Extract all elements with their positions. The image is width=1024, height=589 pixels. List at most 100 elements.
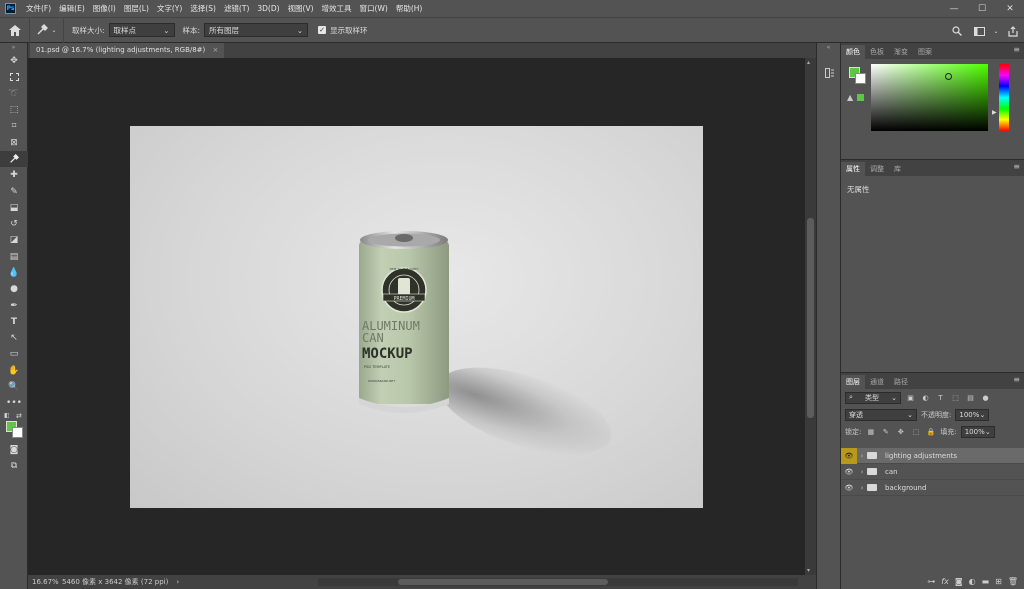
collapse-toolbar-icon[interactable]: » [0,43,27,53]
maximize-button[interactable]: ☐ [968,0,996,17]
lock-artboard-icon[interactable]: ⬚ [910,428,921,436]
expand-group-icon[interactable]: › [857,484,867,492]
tab-gradients[interactable]: 渐变 [889,45,913,59]
layer-row[interactable]: 👁 › can [841,464,1024,480]
history-brush-tool-icon[interactable]: ↺ [0,216,28,232]
menu-help[interactable]: 帮助(H) [392,0,427,17]
trash-icon[interactable]: 🗑 [1008,577,1018,586]
hand-tool-icon[interactable]: ✋ [0,363,28,379]
expand-group-icon[interactable]: › [857,468,867,476]
minimize-button[interactable]: — [940,0,968,17]
panel-menu-icon[interactable]: ≡ [1013,45,1020,54]
document-canvas[interactable]: PREMIUM TIME TO THE PARTY ALUMINUM CAN M… [130,126,703,508]
gamut-warning-icon[interactable]: ▲ [847,93,853,102]
lock-transparent-icon[interactable]: ▦ [865,428,876,436]
new-layer-icon[interactable]: ⊞ [995,577,1002,586]
opacity-input[interactable]: 100% ⌄ [955,408,990,421]
share-icon[interactable] [1002,18,1024,44]
menu-filter[interactable]: 滤镜(T) [220,0,253,17]
color-picker-ring[interactable] [945,73,952,80]
visibility-eye-icon[interactable]: 👁 [841,447,857,464]
background-color-swatch[interactable] [12,426,23,438]
object-select-tool-icon[interactable]: ⬚ [0,102,28,118]
horizontal-scroll-thumb[interactable] [398,579,608,585]
history-panel-icon[interactable] [817,63,842,83]
pen-tool-icon[interactable]: ✒ [0,297,28,313]
tab-layers[interactable]: 图层 [841,375,865,389]
web-safe-color-chip[interactable] [857,94,864,101]
canvas-area[interactable]: PREMIUM TIME TO THE PARTY ALUMINUM CAN M… [28,58,805,575]
fx-icon[interactable]: fx [941,577,949,586]
search-icon[interactable] [946,18,968,44]
quick-mask-icon[interactable]: ◙ [0,442,28,458]
close-tab-icon[interactable]: × [213,46,219,54]
chevron-down-icon[interactable]: ⌄ [990,18,1002,44]
clone-stamp-tool-icon[interactable]: ⬓ [0,200,28,216]
sample-size-select[interactable]: 取样点 ⌄ [108,23,175,37]
tab-properties[interactable]: 属性 [841,162,865,176]
vertical-scrollbar[interactable]: ▴ ▾ [805,58,816,575]
tab-channels[interactable]: 通道 [865,375,889,389]
type-tool-icon[interactable]: T [0,314,28,330]
status-chevron-icon[interactable]: › [176,578,179,586]
photoshop-logo-icon[interactable]: Ps [5,3,16,14]
mask-icon[interactable]: ◙ [955,577,963,586]
workspace-icon[interactable] [968,18,990,44]
menu-edit[interactable]: 编辑(E) [55,0,89,17]
path-selection-tool-icon[interactable]: ↖ [0,330,28,346]
horizontal-scrollbar[interactable] [318,578,798,586]
tab-color[interactable]: 颜色 [841,45,865,59]
menu-file[interactable]: 文件(F) [22,0,55,17]
document-tab[interactable]: 01.psd @ 16.7% (lighting adjustments, RG… [30,43,225,58]
visibility-eye-icon[interactable]: 👁 [841,464,857,480]
screen-mode-icon[interactable]: ⧉ [0,458,28,474]
show-sampling-ring-checkbox[interactable]: ✓ 显示取样环 [318,25,368,36]
fill-input[interactable]: 100% ⌄ [960,425,995,438]
zoom-tool-icon[interactable]: 🔍 [0,379,28,395]
expand-group-icon[interactable]: › [857,452,867,460]
filter-adjustment-icon[interactable]: ◐ [920,394,931,402]
hue-slider[interactable] [999,64,1009,131]
filter-shape-icon[interactable]: ⬚ [950,394,961,402]
lock-all-icon[interactable]: 🔒 [925,428,936,436]
layer-row[interactable]: 👁 › background [841,480,1024,496]
more-tools-icon[interactable]: ••• [0,395,28,411]
lasso-tool-icon[interactable]: ➰ [0,86,28,102]
tab-paths[interactable]: 路径 [889,375,913,389]
tab-adjustments[interactable]: 调整 [865,162,889,176]
lock-position-icon[interactable]: ✥ [895,428,906,436]
rectangle-tool-icon[interactable]: ▭ [0,346,28,362]
menu-plugins[interactable]: 增效工具 [318,0,356,17]
menu-view[interactable]: 视图(V) [284,0,318,17]
filter-smart-object-icon[interactable]: ▤ [965,394,976,402]
scroll-down-icon[interactable]: ▾ [807,567,810,574]
marquee-tool-icon[interactable] [0,69,28,85]
visibility-eye-icon[interactable]: 👁 [841,480,857,496]
collapse-panels-icon[interactable]: « [817,43,840,53]
blur-tool-icon[interactable]: 💧 [0,265,28,281]
home-button[interactable] [0,17,30,43]
filter-toggle-icon[interactable]: ● [980,394,991,402]
dodge-tool-icon[interactable]: ● [0,281,28,297]
sample-select[interactable]: 所有图层 ⌄ [204,23,309,37]
tab-libraries[interactable]: 库 [889,162,906,176]
eraser-tool-icon[interactable]: ◪ [0,232,28,248]
panel-menu-icon[interactable]: ≡ [1013,162,1020,171]
layer-row[interactable]: 👁 › lighting adjustments [841,447,1024,464]
menu-type[interactable]: 文字(Y) [153,0,186,17]
tab-patterns[interactable]: 图案 [913,45,937,59]
color-picker-field[interactable] [871,64,988,131]
close-window-button[interactable]: ✕ [996,0,1024,17]
lock-image-icon[interactable]: ✎ [880,428,891,436]
gradient-tool-icon[interactable]: ▤ [0,249,28,265]
brush-tool-icon[interactable]: ✎ [0,183,28,199]
filter-pixel-icon[interactable]: ▣ [905,394,916,402]
healing-brush-tool-icon[interactable]: ✚ [0,167,28,183]
menu-3d[interactable]: 3D(D) [253,0,283,17]
menu-select[interactable]: 选择(S) [186,0,220,17]
tab-swatches[interactable]: 色板 [865,45,889,59]
background-color-chip[interactable] [855,73,866,84]
blend-mode-select[interactable]: 穿透 ⌄ [845,408,917,421]
default-colors-icon[interactable]: ◧ [4,412,10,419]
menu-layer[interactable]: 图层(L) [120,0,153,17]
